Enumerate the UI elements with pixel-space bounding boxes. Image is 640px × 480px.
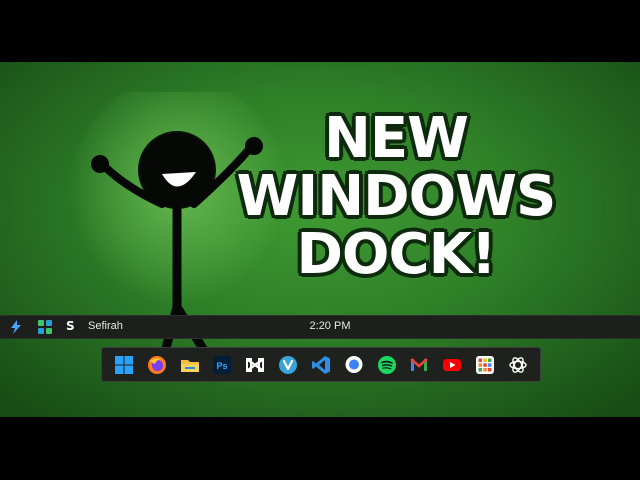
top-menu-bar: S Sefirah 2:20 PM (0, 315, 640, 339)
dock-bar: Ps (101, 347, 541, 382)
messenger-icon[interactable] (344, 355, 364, 375)
capcut-icon[interactable] (245, 355, 265, 375)
lightning-app-icon[interactable] (8, 319, 24, 335)
clock[interactable]: 2:20 PM (290, 320, 370, 332)
windows-start-icon[interactable] (114, 355, 134, 375)
file-explorer-icon[interactable] (180, 355, 200, 375)
svg-text:Ps: Ps (217, 361, 228, 371)
vscode-icon[interactable] (311, 355, 331, 375)
sefirah-app-initial[interactable]: S (66, 319, 75, 333)
youtube-icon[interactable] (442, 355, 462, 375)
chatgpt-icon[interactable] (508, 355, 528, 375)
headline-line-2: WINDOWS (236, 164, 557, 229)
headline-line-1: NEW (324, 106, 469, 171)
app-grid-icon[interactable] (475, 355, 495, 375)
photoshop-icon[interactable]: Ps (212, 355, 232, 375)
spotify-icon[interactable] (377, 355, 397, 375)
headline-title: NEW WINDOWS DOCK! (236, 106, 557, 287)
video-frame: NEW WINDOWS DOCK! S Sefirah 2:20 PM Ps (0, 62, 640, 417)
vivaldi-like-icon[interactable] (278, 355, 298, 375)
headline-line-3: DOCK! (296, 222, 496, 287)
active-app-name[interactable]: Sefirah (88, 320, 123, 332)
green-grid-app-icon[interactable] (37, 319, 53, 335)
gmail-icon[interactable] (409, 355, 429, 375)
firefox-icon[interactable] (147, 355, 167, 375)
